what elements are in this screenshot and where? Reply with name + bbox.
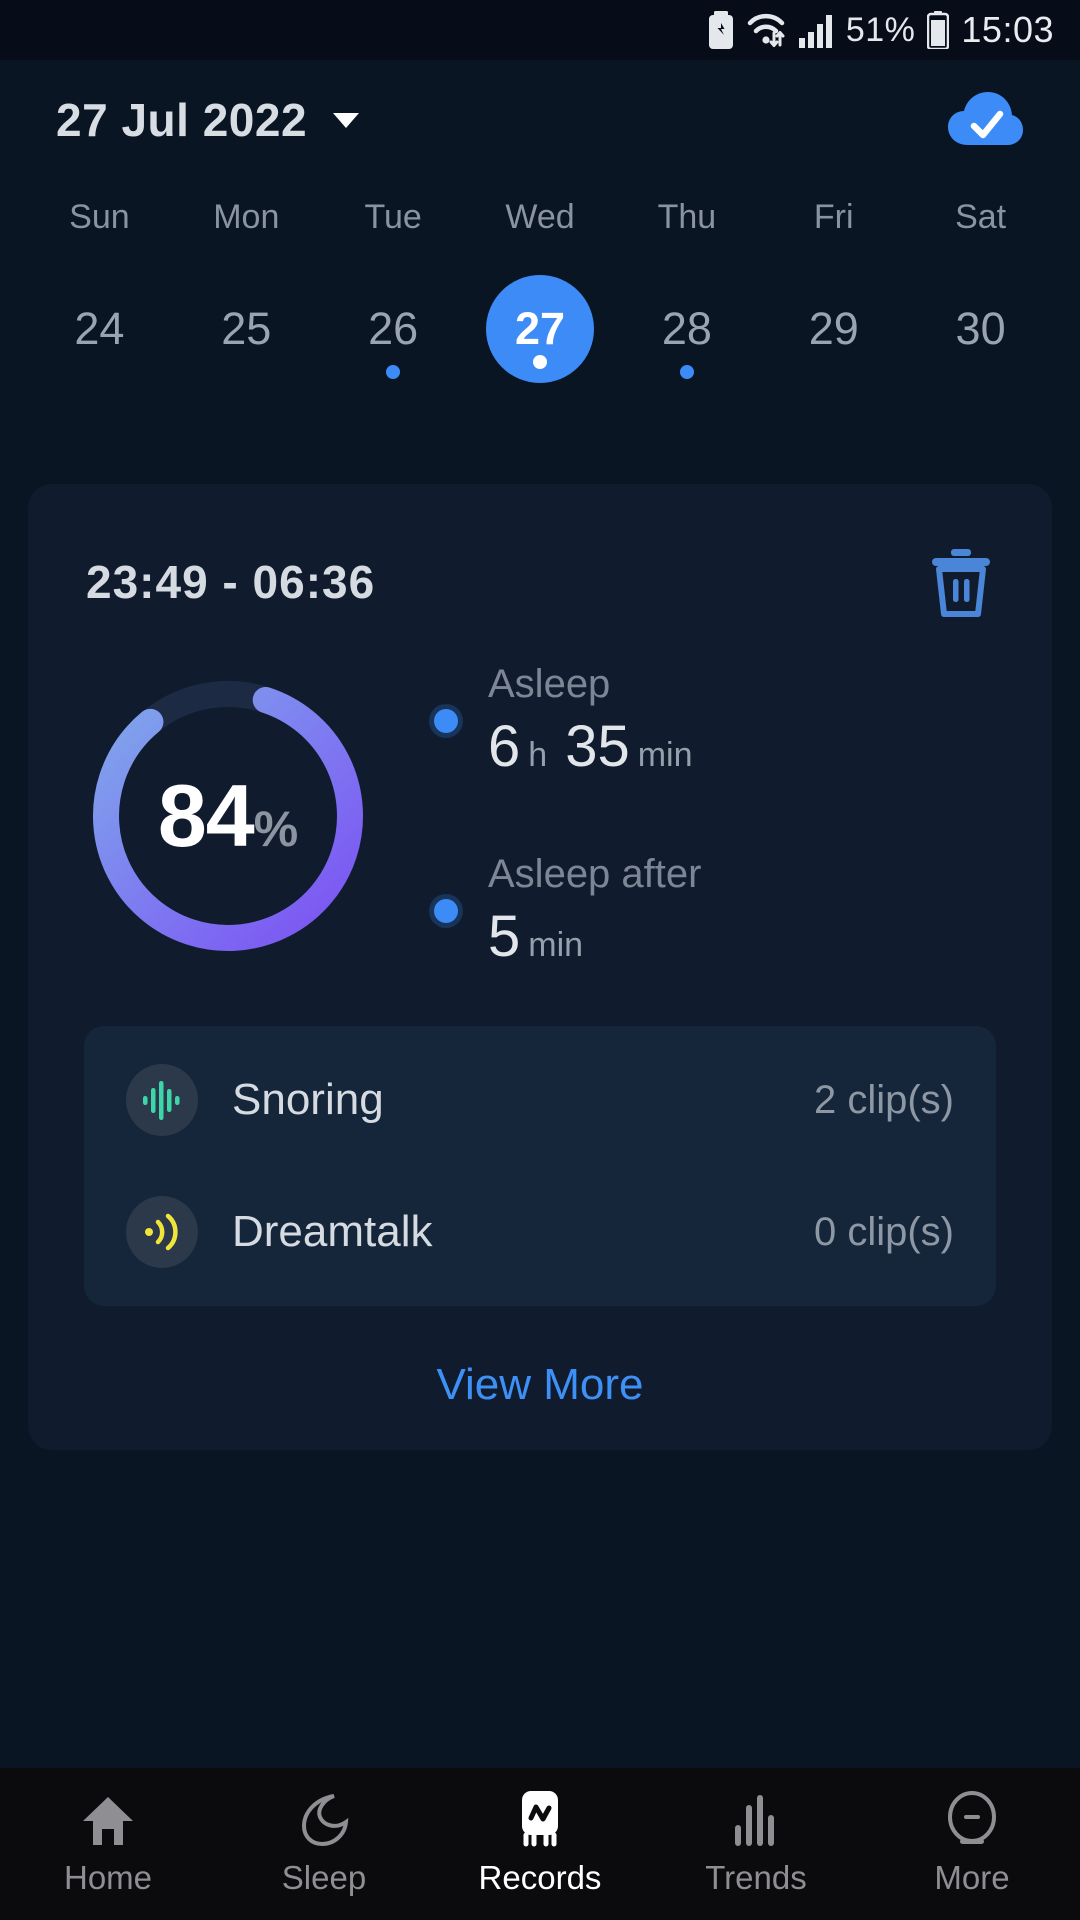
nav-item-records[interactable]: Records [432,1791,648,1897]
more-face-icon [946,1791,998,1847]
sound-row-dreamtalk[interactable]: Dreamtalk 0 clip(s) [84,1166,996,1298]
stat-asleep-after: Asleep after 5 min [434,852,1052,970]
stat-number-hours: 6 [488,714,521,779]
calendar-day-24[interactable]: 24 [26,275,173,397]
nav-item-more[interactable]: More [864,1791,1080,1897]
chevron-down-icon[interactable] [333,112,360,128]
sound-events-panel: Snoring 2 clip(s) Dreamtalk 0 clip(s) [84,1026,996,1306]
records-pulse-icon [512,1791,568,1847]
sound-label: Dreamtalk [232,1207,433,1256]
battery-percent-label: 51% [845,10,916,49]
trash-icon[interactable] [928,546,994,618]
weekday-label-fri: Fri [813,198,854,236]
cloud-check-icon[interactable] [946,89,1024,151]
moon-icon [298,1791,350,1847]
card-header: 23:49 - 06:36 [28,484,1052,618]
weekday-label-wed: Wed [505,198,575,236]
record-dot [679,365,694,379]
page-title: 27 Jul 2022 [56,94,308,146]
record-dot [827,365,841,379]
sleep-quality-unit: % [253,801,299,857]
nav-item-sleep[interactable]: Sleep [216,1791,432,1897]
sound-row-snoring[interactable]: Snoring 2 clip(s) [84,1034,996,1166]
nav-label: Home [63,1859,153,1896]
nav-label: Records [478,1859,602,1896]
sound-clip-count: 0 clip(s) [813,1209,954,1254]
waveform-icon [126,1064,198,1136]
sleep-record-card: 23:49 - 06:36 84 % Asleep 6 h 35 min Asl… [28,484,1052,1450]
stat-label: Asleep after [488,852,702,896]
sleep-summary: 84 % Asleep 6 h 35 min Asleep after 5 mi… [28,618,1052,970]
stat-label: Asleep [488,662,611,706]
battery-saver-icon [708,11,734,49]
nav-label: Sleep [281,1859,367,1896]
ring-center-value: 84 % [158,765,298,867]
week-date-row: 24 25 26 27 28 29 30 [0,275,1080,397]
nav-item-home[interactable]: Home [0,1791,216,1897]
stat-bullet-dot [434,709,458,733]
bottom-navigation-bar: Home Sleep Records Trends More [0,1768,1080,1920]
stat-bullet-dot [434,899,458,923]
date-selector[interactable]: 27 Jul 2022 [56,93,360,147]
page-header: 27 Jul 2022 [0,60,1080,180]
bar-chart-icon [732,1791,780,1847]
calendar-day-28[interactable]: 28 [613,275,760,397]
sound-clip-count: 2 clip(s) [813,1077,954,1122]
status-bar: 51% 15:03 [0,0,1080,60]
calendar-day-30[interactable]: 30 [907,275,1054,397]
view-more-button[interactable]: View More [28,1306,1052,1422]
calendar-day-27-selected[interactable]: 27 [467,275,614,397]
stat-unit-hours: h [528,736,548,774]
record-dot [974,365,988,379]
battery-icon [927,11,950,49]
sleep-time-range: 23:49 - 06:36 [86,556,376,608]
weekday-label-sun: Sun [69,198,130,236]
weekday-label-mon: Mon [213,198,280,236]
stat-value: 6 h 35 min [488,713,711,780]
weekday-header-row: Sun Mon Tue Wed Thu Fri Sat [0,198,1080,237]
nav-item-trends[interactable]: Trends [648,1791,864,1897]
stat-number-minutes: 5 [488,904,521,969]
nav-label: Trends [705,1859,807,1896]
signal-bars-icon [798,12,834,48]
calendar-day-26[interactable]: 26 [320,275,467,397]
nav-label: More [934,1859,1010,1896]
record-dot [533,355,547,369]
app-root: 51% 15:03 27 Jul 2022 Sun Mon Tue Wed Th… [0,0,1080,1920]
home-icon [81,1791,135,1847]
sleep-quality-ring: 84 % [28,666,428,966]
stat-unit-minutes: min [637,736,693,774]
sleep-stats-list: Asleep 6 h 35 min Asleep after 5 min [428,662,1052,970]
stat-value: 5 min [488,903,701,970]
status-bar-clock: 15:03 [961,9,1054,50]
weekday-label-tue: Tue [364,198,422,236]
sound-label: Snoring [232,1075,384,1124]
weekday-label-thu: Thu [657,198,717,236]
wifi-icon [746,11,786,49]
stat-unit-minutes: min [528,926,584,964]
sound-wave-icon [126,1196,198,1268]
stat-number-minutes: 35 [565,714,630,779]
sleep-quality-value: 84 [157,766,255,865]
calendar-day-25[interactable]: 25 [173,275,320,397]
stat-asleep: Asleep 6 h 35 min [434,662,1052,780]
weekday-label-sat: Sat [955,198,1007,236]
calendar-day-29[interactable]: 29 [760,275,907,397]
